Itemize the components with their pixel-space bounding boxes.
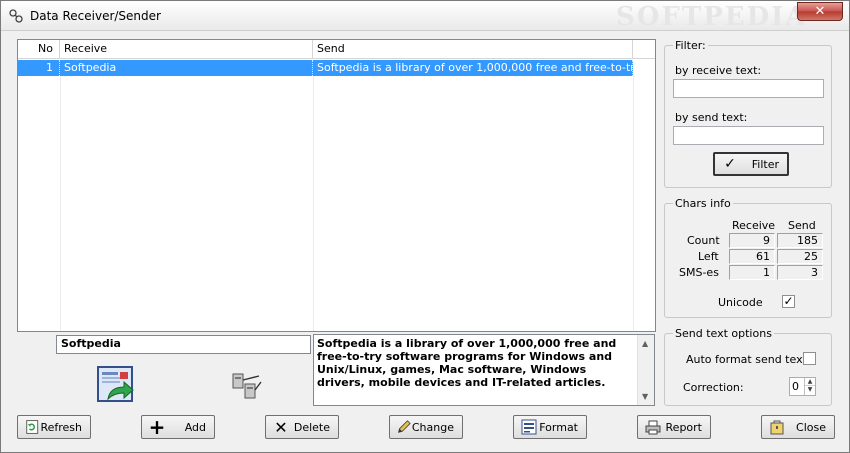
format-button[interactable]: Format xyxy=(513,415,587,439)
filter-button[interactable]: ✓ Filter xyxy=(713,152,789,176)
add-icon: + xyxy=(148,415,166,439)
cell-receive: Softpedia xyxy=(60,60,313,76)
chars-col-send: Send xyxy=(788,219,816,232)
unicode-label: Unicode xyxy=(718,296,763,309)
left-send-value: 25 xyxy=(777,249,823,264)
report-icon xyxy=(645,420,661,435)
receive-text-field[interactable]: Softpedia xyxy=(56,335,311,354)
column-divider xyxy=(633,76,634,331)
change-button[interactable]: Change xyxy=(389,415,463,439)
refresh-button[interactable]: Refresh xyxy=(17,415,91,439)
correction-label: Correction: xyxy=(683,381,744,394)
chars-info-title: Chars info xyxy=(673,197,733,210)
scroll-up-arrow[interactable]: ▲ xyxy=(642,337,648,350)
chars-row-label: Left xyxy=(698,250,719,263)
report-button-label: Report xyxy=(665,420,702,434)
filter-receive-input[interactable] xyxy=(673,79,824,98)
grid-header: No Receive Send xyxy=(18,40,655,59)
window-title: Data Receiver/Sender xyxy=(30,9,161,23)
refresh-icon xyxy=(26,420,39,434)
sms-receive-value: 1 xyxy=(729,265,775,280)
column-divider xyxy=(313,76,314,331)
change-button-label: Change xyxy=(411,420,454,434)
scroll-down-arrow[interactable]: ▼ xyxy=(642,390,648,403)
close-door-icon xyxy=(770,420,784,435)
watermark: SOFTPEDIA xyxy=(616,2,808,32)
correction-value: 0 xyxy=(792,380,799,393)
send-text-memo[interactable]: Softpedia is a library of over 1,000,000… xyxy=(313,334,655,406)
format-icon xyxy=(521,419,537,435)
table-row[interactable]: 1 Softpedia Softpedia is a library of ov… xyxy=(18,60,633,76)
delete-button-label: Delete xyxy=(293,420,330,434)
by-send-text-label: by send text: xyxy=(675,111,748,124)
close-button-label: Close xyxy=(796,420,826,434)
cell-send: Softpedia is a library of over 1,000,000… xyxy=(313,60,633,76)
filter-send-input[interactable] xyxy=(673,126,824,145)
by-receive-text-label: by receive text: xyxy=(675,64,762,77)
auto-format-checkbox[interactable] xyxy=(803,352,816,365)
unicode-checkbox[interactable]: ✓ xyxy=(782,295,795,308)
report-button[interactable]: Report xyxy=(637,415,711,439)
column-header-no[interactable]: No xyxy=(18,40,60,59)
send-document-icon[interactable] xyxy=(96,365,136,405)
send-options-title: Send text options xyxy=(673,327,774,340)
change-icon xyxy=(398,420,411,433)
count-send-value: 185 xyxy=(777,233,823,248)
close-button[interactable]: Close xyxy=(761,415,835,439)
format-button-label: Format xyxy=(539,420,578,434)
column-header-send[interactable]: Send xyxy=(313,40,633,59)
app-icon xyxy=(9,9,23,23)
chars-col-receive: Receive xyxy=(732,219,776,232)
column-header-receive[interactable]: Receive xyxy=(60,40,313,59)
add-button-label: Add xyxy=(184,420,206,434)
spin-down-arrow[interactable]: ▼ xyxy=(805,386,815,394)
app-window: Data Receiver/Sender SOFTPEDIA ✕ No Rece… xyxy=(0,0,850,453)
filter-button-label: Filter xyxy=(751,157,779,171)
delete-icon: ✕ xyxy=(274,417,288,437)
auto-format-label: Auto format send text xyxy=(686,353,807,366)
cell-no: 1 xyxy=(18,60,60,76)
add-button[interactable]: + Add xyxy=(141,415,215,439)
send-text-content: Softpedia is a library of over 1,000,000… xyxy=(317,337,617,389)
count-receive-value: 9 xyxy=(729,233,775,248)
check-icon: ✓ xyxy=(724,156,736,172)
close-icon[interactable]: ✕ xyxy=(797,2,843,21)
title-bar: Data Receiver/Sender SOFTPEDIA ✕ xyxy=(1,1,849,32)
column-divider xyxy=(60,76,61,331)
left-receive-value: 61 xyxy=(729,249,775,264)
memo-scrollbar[interactable]: ▲ ▼ xyxy=(637,335,654,405)
refresh-button-label: Refresh xyxy=(40,420,82,434)
data-grid[interactable]: No Receive Send 1 Softpedia Softpedia is… xyxy=(17,39,656,332)
sms-send-value: 3 xyxy=(777,265,823,280)
correction-spinner[interactable]: 0 ▲ ▼ xyxy=(789,377,816,396)
network-icon[interactable] xyxy=(229,368,265,404)
chars-row-label: Count xyxy=(687,234,720,247)
filter-group-title: Filter: xyxy=(673,39,708,52)
chars-row-label: SMS-es xyxy=(679,266,719,279)
delete-button[interactable]: ✕ Delete xyxy=(265,415,339,439)
spinner-buttons: ▲ ▼ xyxy=(804,378,815,395)
spin-up-arrow[interactable]: ▲ xyxy=(805,378,815,386)
